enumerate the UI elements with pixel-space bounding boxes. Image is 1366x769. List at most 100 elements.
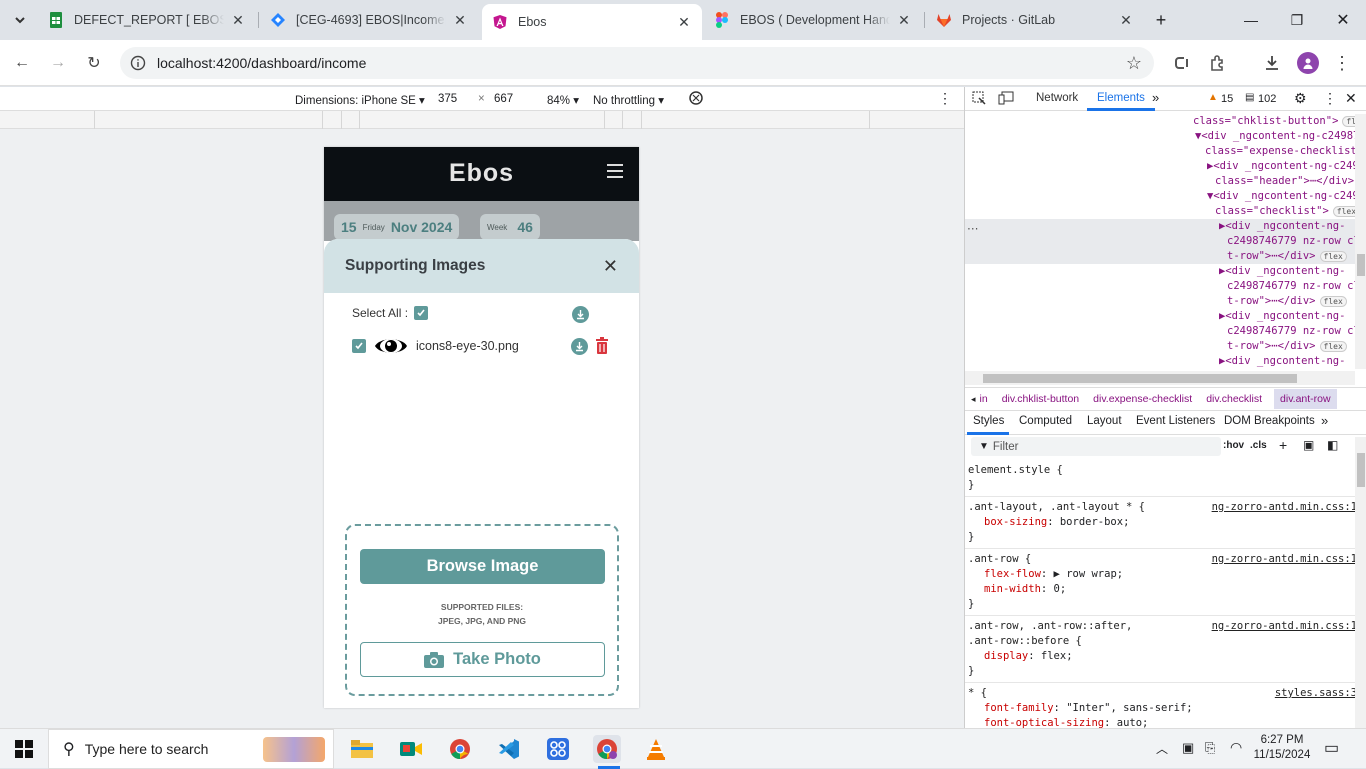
css-rule[interactable]: element.style {}	[965, 460, 1366, 497]
chrome-icon[interactable]	[446, 735, 474, 763]
message-icon[interactable]: ▤	[1245, 92, 1254, 103]
download-all-icon[interactable]	[572, 306, 589, 323]
new-rule-plus-icon[interactable]: +	[1279, 437, 1287, 453]
breadcrumb-item[interactable]: div.expense-checklist	[1093, 393, 1192, 405]
device-select[interactable]: Dimensions: iPhone SE ▾	[295, 93, 425, 107]
tab-computed[interactable]: Computed	[1019, 415, 1072, 427]
node-ellipsis-icon[interactable]: ⋯	[967, 221, 979, 235]
download-icon[interactable]	[1258, 49, 1286, 77]
file-explorer-icon[interactable]	[348, 735, 376, 763]
hov-toggle[interactable]: :hov	[1223, 440, 1244, 451]
inspect-element-icon[interactable]	[972, 91, 986, 108]
css-declaration[interactable]: box-sizing: border-box;	[968, 515, 1363, 530]
vlc-icon[interactable]	[642, 735, 670, 763]
close-icon[interactable]: ✕	[1118, 12, 1134, 28]
minimize-button[interactable]: —	[1228, 0, 1274, 40]
close-devtools-icon[interactable]: ✕	[1345, 90, 1357, 107]
tab-layout[interactable]: Layout	[1087, 415, 1122, 427]
reload-button[interactable]: ↻	[80, 49, 108, 77]
back-button[interactable]: ←	[8, 49, 36, 77]
tray-clock[interactable]: 6:27 PM 11/15/2024	[1250, 733, 1314, 763]
select-all-checkbox[interactable]	[414, 306, 429, 320]
app-grid-icon[interactable]	[544, 735, 572, 763]
browse-image-button[interactable]: Browse Image	[360, 549, 605, 584]
device-options-kebab-icon[interactable]: ⋮	[938, 90, 952, 107]
breadcrumb-item[interactable]: in	[980, 393, 988, 405]
css-rule[interactable]: .ant-row {ng-zorro-antd.min.css:1 flex-fl…	[965, 549, 1366, 616]
css-rule[interactable]: .ant-layout, .ant-layout * {ng-zorro-ant…	[965, 497, 1366, 549]
more-style-tabs-icon[interactable]: »	[1321, 413, 1328, 428]
dom-tree-line[interactable]: class="header">⋯</div>flex	[965, 174, 1366, 189]
week-chip[interactable]: Week 46	[480, 214, 540, 240]
styles-pane[interactable]: element.style {} .ant-layout, .ant-layout…	[965, 460, 1366, 728]
dom-tree-line[interactable]: t-row">⋯</div> flex	[965, 339, 1366, 354]
windows-start-icon[interactable]	[10, 735, 38, 763]
vscode-icon[interactable]	[495, 735, 523, 763]
tab-ebos[interactable]: Ebos ✕	[482, 4, 702, 40]
css-declaration[interactable]: flex-flow: ▶ row wrap;	[968, 567, 1363, 582]
css-rule[interactable]: * {styles.sass:3 font-family: "Inter", sa…	[965, 683, 1366, 728]
forward-button[interactable]: →	[44, 49, 72, 77]
dom-tree-line[interactable]: ▼<div _ngcontent-ng-c249	[965, 189, 1366, 204]
extensions-puzzle-icon[interactable]	[1204, 49, 1232, 77]
meet-icon[interactable]	[397, 735, 425, 763]
breadcrumb-item[interactable]: div.checklist	[1206, 393, 1262, 405]
cls-toggle[interactable]: .cls	[1250, 440, 1267, 451]
styles-filter-input[interactable]: ▼ Filter	[971, 437, 1221, 456]
tab-defect-report[interactable]: DEFECT_REPORT [ EBOS ] - Google Sheets ✕	[38, 4, 256, 36]
breadcrumb-item[interactable]: div.chklist-button	[1002, 393, 1079, 405]
throttling-select[interactable]: No throttling ▾	[593, 93, 664, 107]
device-toggle-icon[interactable]	[998, 91, 1014, 108]
browser-menu-button[interactable]: ⋮	[1328, 49, 1356, 77]
dom-scrollbar[interactable]	[1355, 114, 1366, 369]
width-field[interactable]: 375	[438, 93, 457, 105]
paint-icon[interactable]: ▣	[1303, 438, 1314, 452]
close-window-button[interactable]: ✕	[1320, 0, 1366, 40]
dom-h-scrollbar[interactable]	[965, 371, 1355, 385]
dom-tree-line[interactable]: ▼<div _ngcontent-ng-c24987	[965, 129, 1366, 144]
upload-dropzone[interactable]: Browse Image SUPPORTED FILES: JPEG, JPG,…	[345, 524, 619, 696]
warning-icon[interactable]: ▲	[1208, 92, 1218, 103]
css-declaration[interactable]: display: flex;	[968, 649, 1363, 664]
css-declaration[interactable]: min-width: 0;	[968, 582, 1363, 597]
site-info-icon[interactable]	[130, 55, 146, 74]
dom-tree-line[interactable]: ▶<div _ngcontent-ng-c249	[965, 159, 1366, 174]
file-checkbox[interactable]	[352, 339, 366, 353]
tray-network-icon[interactable]: ⎘	[1205, 740, 1215, 756]
dom-tree-line[interactable]: ▶<div _ngcontent-ng-	[965, 309, 1366, 324]
extension-c-icon[interactable]	[1168, 49, 1196, 77]
css-declaration[interactable]: font-family: "Inter", sans-serif;	[968, 701, 1363, 716]
css-declaration[interactable]: font-optical-sizing: auto;	[968, 716, 1363, 728]
flex-badge[interactable]: flex	[1319, 341, 1347, 352]
tab-network[interactable]: Network	[1036, 92, 1078, 104]
notification-icon[interactable]: ▭	[1324, 738, 1339, 758]
address-bar[interactable]: localhost:4200/dashboard/income ☆	[120, 47, 1154, 79]
css-rule[interactable]: .ant-row, .ant-row::after, .ant-row::bef…	[965, 616, 1366, 683]
dom-tree-line[interactable]: class="chklist-button">flex	[965, 114, 1366, 129]
tab-jira[interactable]: [CEG-4693] EBOS|Income|details ✕	[260, 4, 478, 36]
restore-button[interactable]: ❐	[1274, 0, 1320, 40]
more-tabs-icon[interactable]: »	[1152, 90, 1159, 105]
eye-icon[interactable]	[374, 334, 408, 361]
tab-dom-breakpoints[interactable]: DOM Breakpoints	[1224, 415, 1315, 427]
css-source-link[interactable]: styles.sass:3	[1275, 686, 1357, 701]
dom-tree-line[interactable]: class="checklist"> flex	[965, 204, 1366, 219]
dom-tree-line[interactable]: ▶<div _ngcontent-ng-	[965, 354, 1366, 369]
css-source-link[interactable]: ng-zorro-antd.min.css:1	[1212, 552, 1357, 567]
taskbar-search-box[interactable]: ⚲ Type here to search	[48, 729, 334, 769]
delete-trash-icon[interactable]	[595, 337, 609, 357]
css-source-link[interactable]: ng-zorro-antd.min.css:1	[1212, 500, 1357, 515]
download-file-icon[interactable]	[571, 338, 588, 355]
close-icon[interactable]: ✕	[676, 14, 692, 30]
dom-tree-line[interactable]: ▶<div _ngcontent-ng-	[965, 264, 1366, 279]
bookmark-star-icon[interactable]: ☆	[1126, 53, 1142, 74]
date-chip[interactable]: 15 Friday Nov 2024	[334, 214, 460, 240]
tray-wifi-icon[interactable]: ◠	[1230, 739, 1242, 756]
take-photo-button[interactable]: Take Photo	[360, 642, 605, 677]
close-icon[interactable]: ✕	[230, 12, 246, 28]
dom-tree-line[interactable]: c2498746779 nz-row cl	[965, 279, 1366, 294]
dom-tree-line[interactable]: t-row">⋯</div> flex	[965, 294, 1366, 309]
tab-gitlab[interactable]: Projects · GitLab ✕	[926, 4, 1144, 36]
tab-elements[interactable]: Elements	[1097, 92, 1145, 104]
css-source-link[interactable]: ng-zorro-antd.min.css:1	[1212, 619, 1357, 634]
